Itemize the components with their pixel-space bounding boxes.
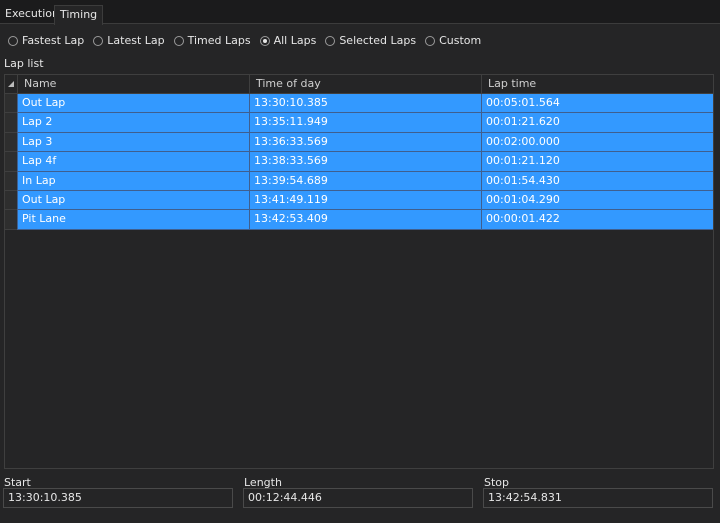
cell-time-of-day[interactable]: 13:41:49.119 — [249, 191, 481, 211]
sort-corner-icon[interactable] — [8, 81, 14, 87]
length-field[interactable]: 00:12:44.446 — [243, 488, 473, 508]
radio-custom[interactable]: Custom — [425, 34, 481, 47]
column-header-time-of-day[interactable]: Time of day — [249, 75, 481, 94]
row-header[interactable] — [5, 191, 17, 211]
cell-time-of-day[interactable]: 13:38:33.569 — [249, 152, 481, 172]
cell-name[interactable]: In Lap — [17, 171, 249, 191]
radio-circle-icon[interactable] — [8, 35, 18, 46]
row-header[interactable] — [5, 94, 17, 114]
radio-label: Selected Laps — [339, 34, 417, 47]
radio-circle-icon[interactable] — [173, 35, 184, 46]
cell-lap-time[interactable]: 00:01:04.290 — [481, 191, 713, 211]
cell-name[interactable]: Pit Lane — [17, 210, 249, 230]
tab-bar: Execution Timing — [0, 0, 720, 25]
cell-time-of-day[interactable]: 13:30:10.385 — [249, 94, 481, 114]
cell-lap-time[interactable]: 00:05:01.564 — [481, 94, 713, 114]
row-header[interactable] — [5, 113, 17, 133]
radio-label: Custom — [439, 34, 482, 47]
radio-label: All Laps — [273, 34, 317, 47]
radio-latest-lap[interactable]: Latest Lap — [93, 34, 165, 47]
cell-time-of-day[interactable]: 13:42:53.409 — [249, 210, 481, 230]
cell-name[interactable]: Lap 4f — [17, 152, 249, 172]
cell-lap-time[interactable]: 00:00:01.422 — [481, 210, 713, 230]
row-header[interactable] — [5, 210, 17, 230]
stop-field[interactable]: 13:42:54.831 — [483, 488, 713, 508]
radio-label: Timed Laps — [187, 34, 251, 47]
table-row[interactable]: Pit Lane 13:42:53.409 00:00:01.422 — [5, 210, 713, 230]
start-field[interactable]: 13:30:10.385 — [3, 488, 233, 508]
lap-list-title: Lap list — [4, 57, 44, 70]
cell-time-of-day[interactable]: 13:39:54.689 — [249, 171, 481, 191]
table-row[interactable]: In Lap 13:39:54.689 00:01:54.430 — [5, 171, 713, 191]
cell-name[interactable]: Out Lap — [17, 191, 249, 211]
table-row[interactable]: Lap 2 13:35:11.949 00:01:21.620 — [5, 113, 713, 133]
cell-name[interactable]: Lap 2 — [17, 113, 249, 133]
radio-circle-icon[interactable] — [93, 35, 104, 46]
radio-selected-laps[interactable]: Selected Laps — [325, 34, 416, 47]
column-header-lap-time[interactable]: Lap time — [481, 75, 713, 94]
table-row[interactable]: Out Lap 13:30:10.385 00:05:01.564 — [5, 94, 713, 114]
cell-lap-time[interactable]: 00:01:54.430 — [481, 171, 713, 191]
grid-header: Name Time of day Lap time — [5, 75, 713, 94]
cell-lap-time[interactable]: 00:01:21.620 — [481, 113, 713, 133]
cell-lap-time[interactable]: 00:01:21.120 — [481, 152, 713, 172]
tab-timing[interactable]: Timing — [54, 5, 104, 25]
radio-circle-icon[interactable] — [259, 35, 270, 46]
cell-time-of-day[interactable]: 13:35:11.949 — [249, 113, 481, 133]
radio-timed-laps[interactable]: Timed Laps — [173, 34, 251, 47]
lap-list-grid: Name Time of day Lap time Out Lap 13:30:1… — [4, 74, 714, 469]
cell-time-of-day[interactable]: 13:36:33.569 — [249, 132, 481, 153]
radio-label: Latest Lap — [107, 34, 165, 47]
radio-all-laps[interactable]: All Laps — [259, 34, 317, 47]
radio-label: Fastest Lap — [22, 34, 85, 47]
row-header[interactable] — [5, 171, 17, 191]
table-row[interactable]: Lap 4f 13:38:33.569 00:01:21.120 — [5, 152, 713, 172]
cell-lap-time[interactable]: 00:02:00.000 — [481, 132, 713, 153]
column-header-name[interactable]: Name — [17, 75, 249, 94]
lap-filter-group: Fastest Lap Latest Lap Timed Laps All Laps S… — [8, 33, 481, 48]
row-header[interactable] — [5, 152, 17, 172]
cell-name[interactable]: Lap 3 — [17, 132, 249, 153]
table-row[interactable]: Lap 3 13:36:33.569 00:02:00.000 — [5, 132, 713, 153]
radio-fastest-lap[interactable]: Fastest Lap — [8, 34, 84, 47]
table-row[interactable]: Out Lap 13:41:49.119 00:01:04.290 — [5, 191, 713, 211]
row-header[interactable] — [5, 132, 17, 153]
radio-circle-icon[interactable] — [325, 35, 336, 46]
cell-name[interactable]: Out Lap — [17, 94, 249, 114]
radio-circle-icon[interactable] — [425, 35, 436, 46]
